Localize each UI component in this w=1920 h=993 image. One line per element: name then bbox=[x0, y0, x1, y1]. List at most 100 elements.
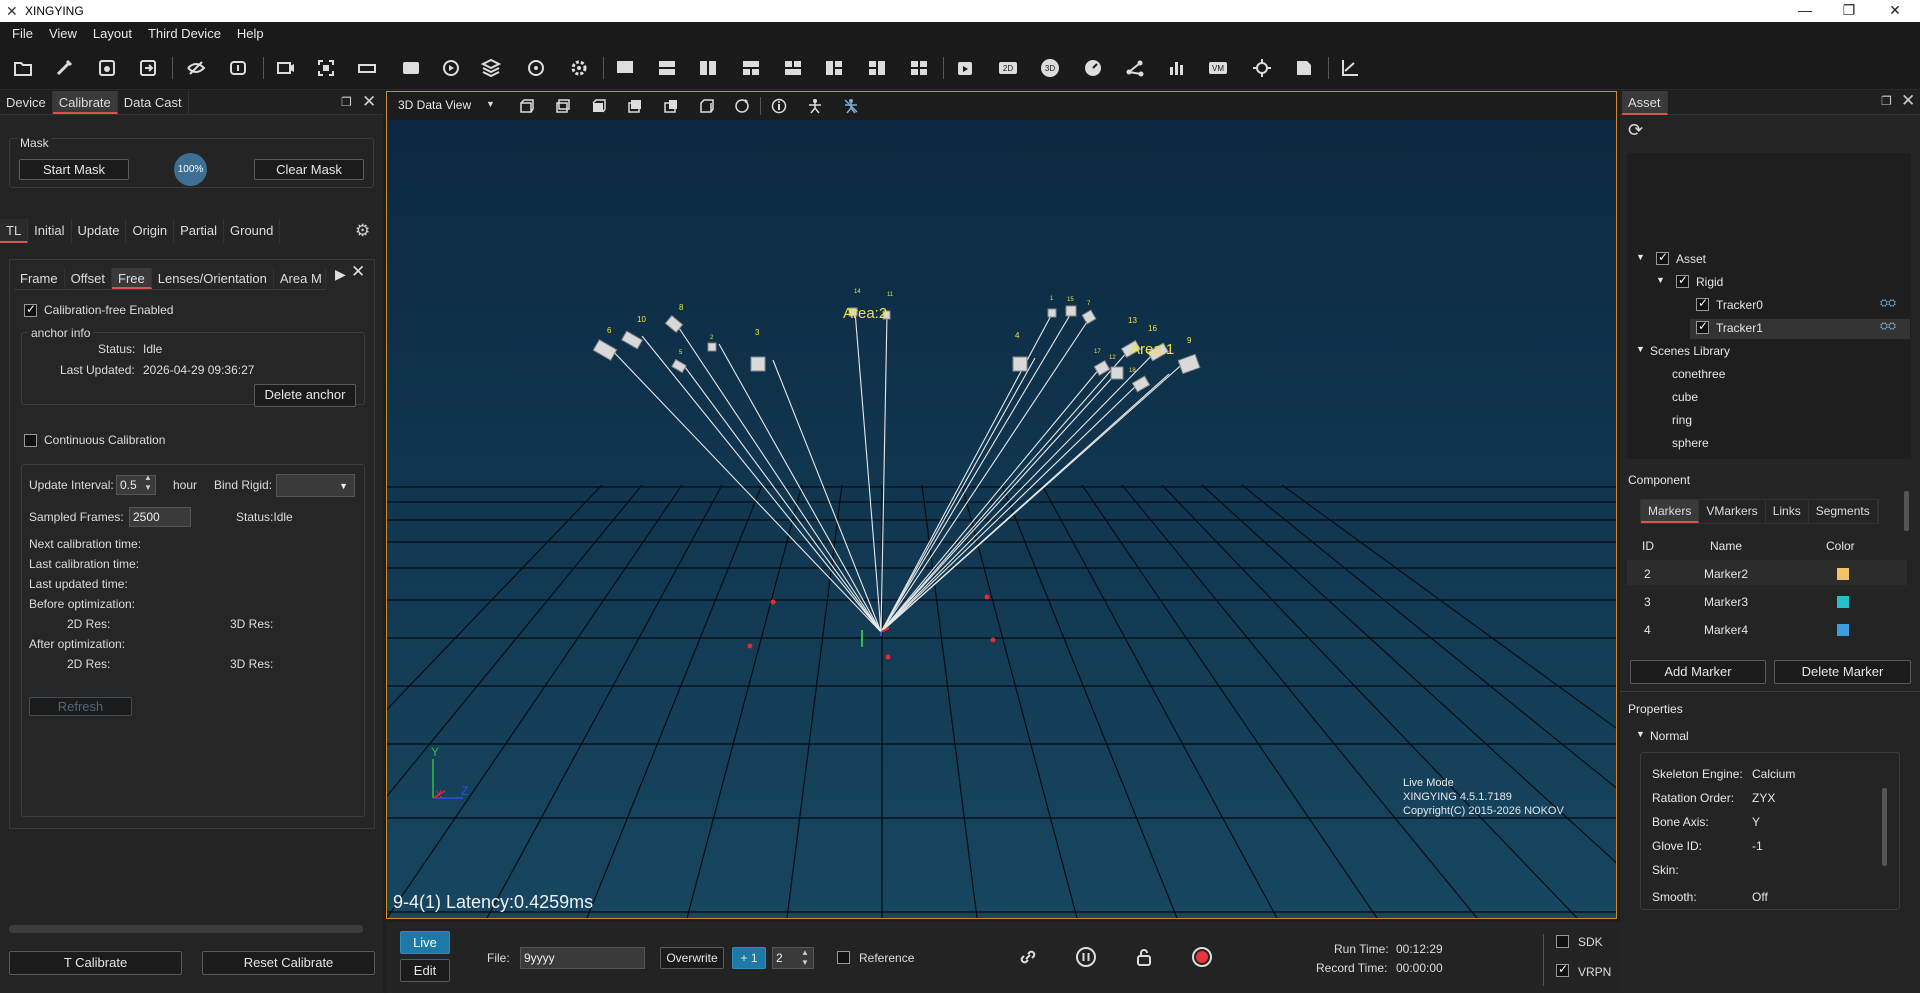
horizontal-scrollbar[interactable] bbox=[9, 925, 363, 933]
reference-checkbox[interactable] bbox=[837, 951, 850, 964]
delete-anchor-button[interactable]: Delete anchor bbox=[254, 384, 356, 407]
ruler-icon[interactable] bbox=[354, 55, 380, 81]
float-panel-icon[interactable]: ❐ bbox=[1881, 94, 1892, 108]
close-panel-icon[interactable]: ✕ bbox=[362, 92, 376, 112]
menu-view[interactable]: View bbox=[41, 26, 85, 41]
gear-icon[interactable]: ⚙ bbox=[355, 221, 370, 241]
view-3d-icon[interactable]: 3D bbox=[1037, 55, 1063, 81]
tab-segments[interactable]: Segments bbox=[1809, 500, 1878, 523]
record-video-icon[interactable] bbox=[952, 55, 978, 81]
cube-left-icon[interactable] bbox=[555, 98, 571, 114]
cube-right-icon[interactable] bbox=[627, 98, 643, 114]
sdk-checkbox[interactable] bbox=[1556, 935, 1569, 948]
sampled-frames-input[interactable]: 2500 bbox=[129, 507, 191, 527]
subtab-ground[interactable]: Ground bbox=[224, 219, 281, 243]
network-settings-icon[interactable] bbox=[1249, 55, 1275, 81]
tree-scene-item[interactable]: cube bbox=[1672, 390, 1698, 404]
tree-scenes-library[interactable]: Scenes Library bbox=[1650, 344, 1730, 358]
refresh-button[interactable]: Refresh bbox=[29, 697, 132, 716]
close-window-icon[interactable]: ✕ bbox=[1880, 0, 1910, 22]
tab-links[interactable]: Links bbox=[1766, 500, 1809, 523]
bar-chart-icon[interactable] bbox=[1164, 55, 1190, 81]
tab-data-cast[interactable]: Data Cast bbox=[118, 91, 189, 114]
tree-rigid[interactable]: Rigid bbox=[1696, 275, 1723, 289]
live-button[interactable]: Live bbox=[400, 931, 450, 954]
camera-icon[interactable] bbox=[273, 55, 299, 81]
axis-tool-icon[interactable] bbox=[1337, 55, 1363, 81]
menu-file[interactable]: File bbox=[4, 26, 41, 41]
minimize-icon[interactable]: — bbox=[1790, 0, 1820, 22]
unlock-icon[interactable] bbox=[1133, 946, 1155, 968]
normal-expand-icon[interactable]: ▼ bbox=[1636, 729, 1645, 739]
menu-third-device[interactable]: Third Device bbox=[140, 26, 229, 41]
link-icon[interactable] bbox=[1017, 946, 1039, 968]
document-icon[interactable] bbox=[1291, 55, 1317, 81]
tab-frame[interactable]: Frame bbox=[14, 268, 65, 289]
subtab-tl[interactable]: TL bbox=[0, 219, 29, 243]
t-calibrate-button[interactable]: T Calibrate bbox=[9, 951, 182, 975]
pause-icon[interactable] bbox=[1075, 946, 1097, 968]
tracker0-checkbox[interactable] bbox=[1696, 296, 1709, 311]
scroll-right-icon[interactable]: ▶ bbox=[335, 266, 346, 283]
visibility-icon[interactable] bbox=[183, 55, 209, 81]
close-tab-icon[interactable]: ✕ bbox=[351, 262, 365, 282]
calibration-wand-icon[interactable] bbox=[51, 55, 77, 81]
cube-back-icon[interactable] bbox=[663, 98, 679, 114]
open-folder-icon[interactable] bbox=[10, 55, 36, 81]
subtab-partial[interactable]: Partial bbox=[174, 219, 224, 243]
spin-arrows-icon[interactable]: ▲ ▼ bbox=[801, 948, 809, 968]
refresh-icon[interactable]: ⟳ bbox=[1628, 120, 1643, 141]
subtab-update[interactable]: Update bbox=[72, 219, 127, 243]
video-icon[interactable] bbox=[398, 55, 424, 81]
tab-area-m[interactable]: Area M bbox=[274, 268, 326, 289]
tab-markers[interactable]: Markers bbox=[1641, 500, 1700, 523]
tree-scene-item[interactable]: sphere bbox=[1672, 436, 1709, 450]
restore-icon[interactable]: ❐ bbox=[1834, 0, 1864, 22]
vrpn-checkbox[interactable] bbox=[1556, 962, 1569, 977]
continuous-calibration-checkbox[interactable] bbox=[24, 434, 37, 447]
close-panel-icon[interactable]: ✕ bbox=[1901, 91, 1915, 111]
tree-scene-item[interactable]: ring bbox=[1672, 413, 1692, 427]
marker-color-swatch[interactable] bbox=[1837, 568, 1849, 580]
edit-button[interactable]: Edit bbox=[400, 959, 450, 982]
layout-single-icon[interactable] bbox=[612, 55, 638, 81]
calibration-free-checkbox[interactable] bbox=[24, 302, 37, 317]
save-icon[interactable] bbox=[94, 55, 120, 81]
info-icon[interactable] bbox=[771, 98, 787, 114]
vm-icon[interactable]: VM bbox=[1205, 55, 1231, 81]
view-mode-select[interactable]: 3D Data View bbox=[398, 98, 471, 112]
delete-marker-button[interactable]: Delete Marker bbox=[1774, 660, 1911, 684]
file-name-input[interactable]: 9yyyy bbox=[520, 947, 645, 969]
tab-asset[interactable]: Asset bbox=[1622, 91, 1668, 115]
add-marker-button[interactable]: Add Marker bbox=[1630, 660, 1766, 684]
layout-quad-icon[interactable] bbox=[906, 55, 932, 81]
3d-viewport[interactable]: 6 10 8 5 2 3 14 11 4 1 15 7 13 16 17 12 … bbox=[386, 91, 1617, 919]
tab-lenses-orientation[interactable]: Lenses/Orientation bbox=[152, 268, 274, 289]
overwrite-button[interactable]: Overwrite bbox=[660, 947, 724, 969]
layout-split-h-icon[interactable] bbox=[654, 55, 680, 81]
view-2d-icon[interactable]: 2D bbox=[995, 55, 1021, 81]
tab-vmarkers[interactable]: VMarkers bbox=[1699, 500, 1766, 523]
layout-three-c-icon[interactable] bbox=[821, 55, 847, 81]
tab-device[interactable]: Device bbox=[0, 91, 53, 114]
record-icon[interactable] bbox=[1191, 946, 1213, 968]
marker-list-scrollbar[interactable] bbox=[1904, 491, 1909, 531]
tracker0-actions-icon[interactable]: ⛭⛭ bbox=[1880, 298, 1896, 309]
start-mask-button[interactable]: Start Mask bbox=[19, 159, 129, 180]
settings-gear-icon[interactable] bbox=[566, 55, 592, 81]
tree-expand-asset-icon[interactable]: ▼ bbox=[1636, 252, 1645, 262]
subtab-initial[interactable]: Initial bbox=[28, 219, 72, 243]
marker-color-swatch[interactable] bbox=[1837, 596, 1849, 608]
wireless-icon[interactable] bbox=[523, 55, 549, 81]
fit-view-icon[interactable] bbox=[313, 55, 339, 81]
properties-scrollbar[interactable] bbox=[1882, 788, 1887, 866]
increment-button[interactable]: + 1 bbox=[732, 947, 766, 969]
camera-switch-icon[interactable] bbox=[225, 55, 251, 81]
person-off-icon[interactable] bbox=[843, 98, 859, 114]
float-panel-icon[interactable]: ❐ bbox=[341, 95, 352, 109]
layout-three-b-icon[interactable] bbox=[780, 55, 806, 81]
skeleton-link-icon[interactable] bbox=[1122, 55, 1148, 81]
rotate-icon[interactable] bbox=[734, 98, 750, 114]
tab-offset[interactable]: Offset bbox=[65, 268, 113, 289]
table-row-selected[interactable] bbox=[1627, 560, 1907, 585]
